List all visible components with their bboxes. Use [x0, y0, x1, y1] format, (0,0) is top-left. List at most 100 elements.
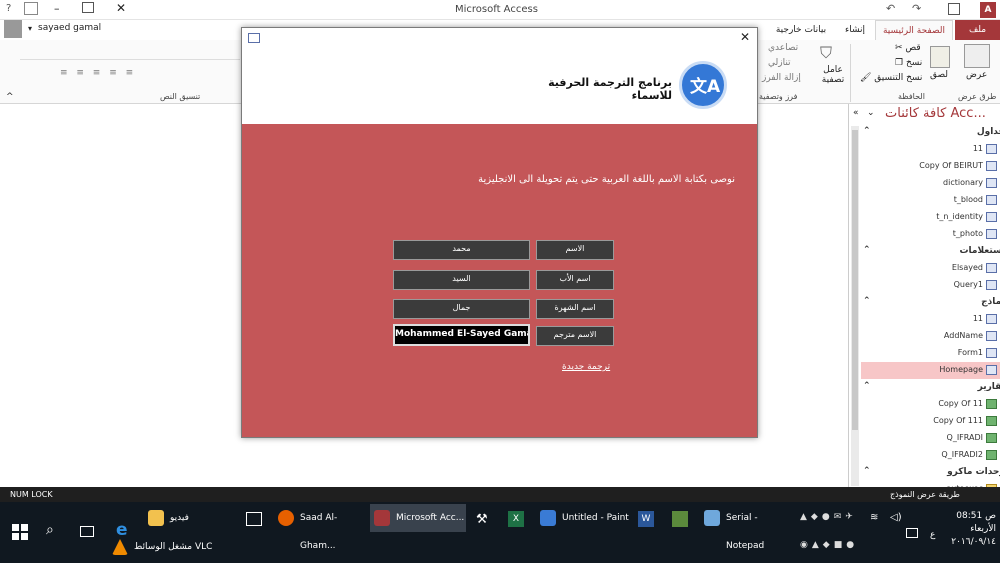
report-icon	[986, 450, 997, 460]
tools-icon[interactable]: ⚒	[476, 512, 488, 527]
paste-button[interactable]: لصق	[930, 70, 948, 80]
copy-icon: ❐	[895, 58, 906, 68]
surname-field[interactable]: جمال	[393, 299, 530, 319]
nav-item[interactable]: t_n_identity	[861, 209, 1000, 226]
group-views-label: طرق عرض	[958, 92, 997, 101]
nav-item[interactable]: Copy Of BEIRUT	[861, 158, 1000, 175]
ribbon-display-icon[interactable]	[24, 2, 38, 15]
question-icon[interactable]: ?	[6, 3, 11, 14]
volume-icon[interactable]: ◁)	[890, 512, 902, 523]
start-button[interactable]	[12, 524, 28, 540]
translated-name-label: الاسم مترجم	[536, 326, 614, 346]
collapse-chevron-icon[interactable]: ⌃	[863, 466, 871, 476]
tab-create[interactable]: إنشاء	[836, 20, 874, 40]
nav-item[interactable]: t_blood	[861, 192, 1000, 209]
nav-section-header[interactable]: نماذج ⌃	[861, 294, 1000, 311]
word-icon[interactable]: W	[638, 511, 654, 527]
restore-icon[interactable]	[82, 2, 94, 13]
nav-item[interactable]: Copy Of 11	[861, 396, 1000, 413]
close-icon[interactable]: ✕	[116, 1, 126, 15]
language-indicator[interactable]: ع	[930, 530, 935, 540]
filter-button[interactable]: عامل تصفية	[818, 65, 848, 85]
view-icon[interactable]	[964, 44, 990, 68]
nav-scroll-thumb[interactable]	[852, 130, 858, 430]
taskbar-item-paint[interactable]: Untitled - Paint	[536, 504, 630, 532]
wifi-icon[interactable]: ≋	[870, 512, 878, 523]
redo-icon[interactable]: ↷	[912, 2, 921, 15]
filter-icon[interactable]: ⛉	[820, 43, 832, 63]
firefox-icon	[278, 510, 294, 526]
nav-item[interactable]: 11	[861, 141, 1000, 158]
notification-icon[interactable]	[906, 528, 918, 538]
nav-title[interactable]: كافة كائنات Acc...	[885, 106, 986, 121]
father-name-field[interactable]: السيد	[393, 270, 530, 290]
descending-button[interactable]: تنازلي	[768, 58, 791, 68]
avatar[interactable]	[4, 20, 22, 38]
user-name[interactable]: sayaed gamal	[38, 23, 101, 33]
nav-scrollbar[interactable]	[851, 126, 859, 486]
collapse-ribbon-icon[interactable]: ^	[6, 92, 14, 102]
nav-item[interactable]: dictionary	[861, 175, 1000, 192]
taskbar-item-access[interactable]: Microsoft Acc...	[370, 504, 466, 532]
excel-icon[interactable]: X	[508, 511, 524, 527]
nav-section-header[interactable]: استعلامات ⌃	[861, 243, 1000, 260]
clock[interactable]: 08:51 ص الأربعاء ٢٠١٦/٠٩/١٤	[950, 510, 996, 549]
tab-home[interactable]: الصفحة الرئيسية	[875, 20, 953, 40]
taskbar-item-video[interactable]: فيديو	[144, 504, 234, 532]
taskbar-item-firefox[interactable]: Saad Al-Gham...	[274, 504, 368, 551]
close-icon[interactable]: ✕	[740, 30, 750, 44]
nav-item[interactable]: Form1	[861, 345, 1000, 362]
first-name-field[interactable]: محمد	[393, 240, 530, 260]
nav-item[interactable]: Elsayed	[861, 260, 1000, 277]
taskbar-item-label: فيديو	[170, 513, 189, 523]
collapse-chevron-icon[interactable]: ⌃	[863, 245, 871, 255]
translated-name-field[interactable]: Mohammed El-Sayed Gamal	[393, 324, 530, 346]
nav-section-header[interactable]: تقارير ⌃	[861, 379, 1000, 396]
image-viewer-icon[interactable]	[672, 511, 688, 527]
access-logo-icon: A	[980, 2, 996, 18]
new-translation-link[interactable]: ترجمة جديدة	[562, 362, 610, 372]
paste-icon[interactable]	[930, 46, 950, 68]
nav-item[interactable]: 11	[861, 311, 1000, 328]
surname-label: اسم الشهرة	[536, 299, 614, 319]
nav-item[interactable]: Query1	[861, 277, 1000, 294]
task-view-icon[interactable]	[80, 526, 94, 537]
taskbar-item-vlc[interactable]: مشغل الوسائط VLC	[108, 533, 238, 561]
chevron-down-icon[interactable]: ⌄	[867, 108, 875, 118]
nav-item[interactable]: AddName	[861, 328, 1000, 345]
nav-section-header[interactable]: جداول ⌃	[861, 124, 1000, 141]
store-icon[interactable]	[246, 512, 262, 526]
ascending-button[interactable]: تصاعدي	[768, 43, 798, 53]
search-icon[interactable]: ⌕	[46, 522, 54, 538]
tab-file[interactable]: ملف	[955, 20, 1000, 40]
user-caret-icon[interactable]: ▾	[28, 24, 32, 33]
view-mode-status: طريقة عرض النموذج	[890, 490, 960, 499]
nav-section-header[interactable]: وحدات ماكرو ⌃	[861, 464, 1000, 481]
nav-item[interactable]: Q_IFRADI2	[861, 447, 1000, 464]
format-painter-button[interactable]: 🖌 نسخ التنسيق	[860, 73, 922, 83]
font-controls[interactable]	[20, 46, 240, 60]
tab-external-data[interactable]: بيانات خارجية	[768, 20, 834, 40]
tray-icons-row2[interactable]: ◉▲◆■●	[800, 540, 896, 554]
copy-button[interactable]: ❐ نسخ	[895, 58, 922, 68]
collapse-chevron-icon[interactable]: ⌃	[863, 126, 871, 136]
taskbar-item-label: Untitled - Paint	[562, 513, 629, 523]
undo-icon[interactable]: ↶	[886, 2, 895, 15]
taskbar: ⌕ e فيديو Saad Al-Gham... Microsoft Acc.…	[0, 502, 1000, 563]
remove-sort-button[interactable]: إزالة الفرز	[762, 73, 801, 83]
nav-item[interactable]: Homepage	[861, 362, 1000, 379]
nav-item[interactable]: t_photo	[861, 226, 1000, 243]
taskbar-item-notepad[interactable]: Serial - Notepad	[700, 504, 792, 551]
paragraph-controls[interactable]: ≡ ≡ ≡ ≡ ≡	[60, 68, 240, 82]
minimize-icon[interactable]: –	[54, 2, 60, 15]
nav-item[interactable]: Q_IFRADI	[861, 430, 1000, 447]
pane-toggle-icon[interactable]: «	[853, 108, 859, 118]
collapse-chevron-icon[interactable]: ⌃	[863, 296, 871, 306]
nav-item[interactable]: Copy Of 111	[861, 413, 1000, 430]
save-icon[interactable]	[948, 3, 960, 15]
dialog-header: ✕ 文A برنامج الترجمة الحرفية للاسماء	[242, 28, 757, 124]
tray-icons-row1[interactable]: ▲◆●✉✈	[800, 512, 896, 526]
cut-button[interactable]: ✂ قص	[895, 43, 921, 53]
view-button[interactable]: عرض	[966, 70, 987, 80]
collapse-chevron-icon[interactable]: ⌃	[863, 381, 871, 391]
